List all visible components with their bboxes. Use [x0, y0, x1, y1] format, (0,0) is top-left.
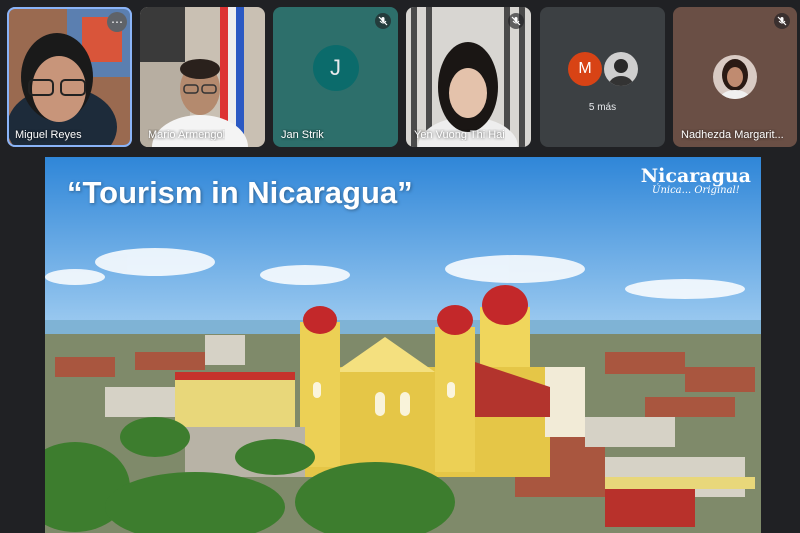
participant-tile-yen-vuong-thi-hai[interactable]: Yen Vuong Thi Hai: [406, 7, 531, 147]
avatar-photo: [604, 52, 638, 86]
mic-off-icon: [375, 13, 391, 29]
more-participants-tile[interactable]: M 5 más: [540, 7, 665, 147]
participant-name: Nadhezda Margarit...: [681, 129, 784, 141]
participant-name: Yen Vuong Thi Hai: [414, 129, 505, 141]
more-participants-count: 5 más: [588, 102, 617, 113]
logo-main-text: Nicaragua: [640, 165, 751, 187]
slide-photo: [45, 157, 761, 533]
shared-presentation: “Tourism in Nicaragua” Nicaragua Única..…: [45, 157, 761, 533]
participant-name: Mario Armengol: [148, 129, 226, 141]
nicaragua-logo: Nicaragua Única... Original!: [641, 165, 751, 196]
participant-tile-nadhezda[interactable]: Nadhezda Margarit...: [673, 7, 797, 147]
participant-name: Miguel Reyes: [15, 129, 82, 141]
participant-tile-mario-armengol[interactable]: Mario Armengol: [140, 7, 265, 147]
logo-tagline: Única... Original!: [652, 185, 740, 196]
participant-strip: ⋯ Miguel Reyes Mario Armengol J Jan Stri…: [0, 0, 800, 150]
avatar: J: [312, 45, 359, 91]
avatar-photo: [713, 55, 757, 99]
participant-tile-jan-strik[interactable]: J Jan Strik: [273, 7, 398, 147]
video-feed: [140, 7, 265, 147]
mic-off-icon: [774, 13, 790, 29]
participant-tile-miguel-reyes[interactable]: ⋯ Miguel Reyes: [7, 7, 132, 147]
slide-title: “Tourism in Nicaragua”: [67, 175, 413, 210]
participant-name: Jan Strik: [281, 129, 324, 141]
more-options-button[interactable]: ⋯: [107, 12, 127, 32]
mic-off-icon: [508, 13, 524, 29]
avatar: M: [568, 52, 602, 86]
